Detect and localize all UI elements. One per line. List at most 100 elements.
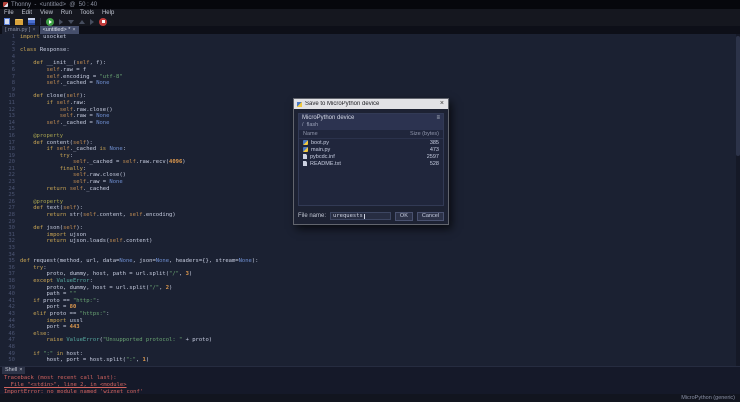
- line-number: 13: [0, 113, 20, 120]
- line-number: 49: [0, 351, 20, 358]
- line-number: 26: [0, 199, 20, 206]
- code-line: 43 elif proto == "https:":: [0, 311, 740, 318]
- run-script-icon[interactable]: [46, 18, 54, 26]
- dialog-titlebar[interactable]: Save to MicroPython device ×: [294, 99, 448, 109]
- traceback-link[interactable]: File "<stdin>", line 2, in <module>: [4, 382, 143, 389]
- step-out-icon[interactable]: [79, 20, 85, 24]
- python-file-icon: [303, 140, 308, 145]
- text-caret: [364, 214, 365, 219]
- line-number: 4: [0, 54, 20, 61]
- editor-tab[interactable]: <untitled> *×: [40, 26, 79, 34]
- editor-scrollbar-thumb[interactable]: [736, 36, 740, 156]
- line-number: 22: [0, 172, 20, 179]
- step-into-icon[interactable]: [68, 20, 74, 24]
- line-number: 7: [0, 74, 20, 81]
- code-line: 48: [0, 344, 740, 351]
- code-line: 4: [0, 54, 740, 61]
- line-number: 24: [0, 186, 20, 193]
- file-browser-header: MicroPython device / flash ≡: [299, 114, 443, 130]
- code-line: 37 proto, dummy, host, path = url.split(…: [0, 271, 740, 278]
- line-number: 50: [0, 357, 20, 364]
- line-number: 40: [0, 291, 20, 298]
- shell-tab[interactable]: Shell ×: [2, 367, 25, 374]
- thonny-app-icon: [3, 2, 8, 7]
- line-number: 28: [0, 212, 20, 219]
- menu-help[interactable]: Help: [98, 9, 118, 17]
- code-line: 2: [0, 41, 740, 48]
- python-file-icon: [303, 147, 308, 152]
- device-file-browser: MicroPython device / flash ≡ Name Size (…: [298, 113, 444, 206]
- line-number: 23: [0, 179, 20, 186]
- error-text: Traceback (most recent call last):: [4, 375, 143, 382]
- code-line: 7 self.encoding = "utf-8": [0, 74, 740, 81]
- dialog-icon: [297, 102, 302, 107]
- line-number: 2: [0, 41, 20, 48]
- save-file-icon[interactable]: [28, 18, 35, 25]
- step-over-icon[interactable]: [59, 19, 63, 25]
- device-path-breadcrumb[interactable]: / flash: [302, 122, 440, 128]
- column-size[interactable]: Size (bytes): [410, 131, 439, 137]
- new-file-icon[interactable]: [4, 18, 10, 25]
- tab-close-icon[interactable]: ×: [32, 27, 35, 33]
- menu-file[interactable]: File: [0, 9, 18, 17]
- line-number: 14: [0, 120, 20, 127]
- line-number: 5: [0, 60, 20, 67]
- line-number: 34: [0, 252, 20, 259]
- ok-button[interactable]: OK: [395, 212, 413, 221]
- code-line: 36 try:: [0, 265, 740, 272]
- code-line: 9: [0, 87, 740, 94]
- tab-label: [ main.py ]: [5, 27, 30, 33]
- line-number: 6: [0, 67, 20, 74]
- code-line: 35def request(method, url, data=None, js…: [0, 258, 740, 265]
- line-number: 16: [0, 133, 20, 140]
- toolbar-separator: [40, 18, 41, 25]
- line-number: 20: [0, 159, 20, 166]
- code-line: 8 self._cached = None: [0, 80, 740, 87]
- editor-scrollbar[interactable]: [736, 34, 740, 366]
- dialog-close-icon[interactable]: ×: [439, 99, 445, 109]
- code-line: 30 def json(self):: [0, 225, 740, 232]
- line-number: 43: [0, 311, 20, 318]
- shell-output: Traceback (most recent call last): File …: [4, 375, 143, 396]
- browser-menu-icon[interactable]: ≡: [436, 115, 440, 121]
- menu-view[interactable]: View: [36, 9, 57, 17]
- line-number: 47: [0, 337, 20, 344]
- column-name[interactable]: Name: [303, 131, 318, 137]
- backend-selector[interactable]: MicroPython (generic): [681, 395, 735, 401]
- resume-icon[interactable]: [90, 19, 94, 25]
- menu-edit[interactable]: Edit: [18, 9, 36, 17]
- line-number: 15: [0, 126, 20, 133]
- code-line: 1import usocket: [0, 34, 740, 41]
- line-number: 9: [0, 87, 20, 94]
- menu-bar: FileEditViewRunToolsHelp: [0, 9, 740, 17]
- editor-tab[interactable]: [ main.py ]×: [2, 26, 39, 34]
- code-line: 34: [0, 252, 740, 259]
- tab-close-icon[interactable]: ×: [72, 27, 75, 33]
- line-number: 45: [0, 324, 20, 331]
- code-line: 32 return ujson.loads(self.content): [0, 238, 740, 245]
- code-line: 41 if proto == "http:":: [0, 298, 740, 305]
- open-file-icon[interactable]: [15, 19, 23, 25]
- code-line: 49 if ":" in host:: [0, 351, 740, 358]
- shell-panel: Shell × Traceback (most recent call last…: [0, 366, 740, 394]
- menu-run[interactable]: Run: [57, 9, 76, 17]
- filename-input[interactable]: urequests: [330, 212, 391, 220]
- shell-tab-label: Shell: [5, 367, 17, 374]
- status-bar: MicroPython (generic): [0, 394, 740, 402]
- file-row[interactable]: README.txt528: [299, 160, 443, 167]
- file-row[interactable]: main.py473: [299, 146, 443, 153]
- file-list: boot.py385main.py473pybcdc.inf2597README…: [299, 139, 443, 167]
- line-number: 35: [0, 258, 20, 265]
- code-line: 6 self.raw = f: [0, 67, 740, 74]
- line-number: 17: [0, 140, 20, 147]
- shell-tab-close-icon[interactable]: ×: [19, 367, 22, 374]
- menu-tools[interactable]: Tools: [76, 9, 98, 17]
- file-row[interactable]: pybcdc.inf2597: [299, 153, 443, 160]
- code-line: 45 port = 443: [0, 324, 740, 331]
- stop-restart-icon[interactable]: [99, 18, 107, 26]
- tab-label: <untitled> *: [43, 27, 71, 33]
- code-line: 39 proto, dummy, host = url.split("/", 2…: [0, 285, 740, 292]
- line-number: 33: [0, 245, 20, 252]
- file-row[interactable]: boot.py385: [299, 139, 443, 146]
- cancel-button[interactable]: Cancel: [417, 212, 444, 221]
